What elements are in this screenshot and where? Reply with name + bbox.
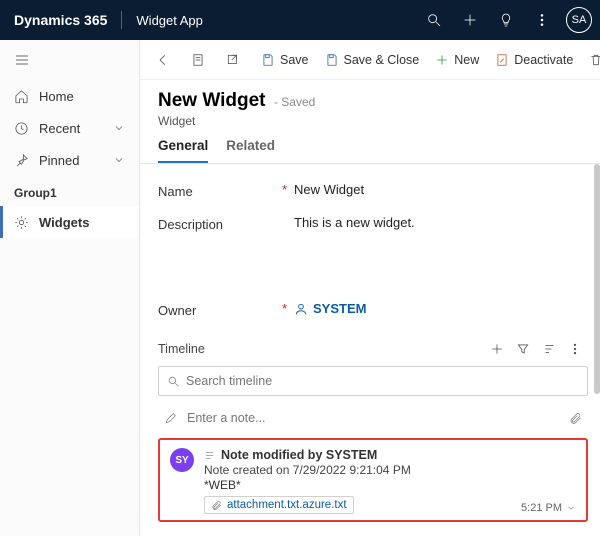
timeline-search-input[interactable]	[186, 374, 579, 388]
open-icon[interactable]	[218, 40, 253, 80]
delete-button[interactable]: Delete	[581, 40, 600, 80]
tab-related[interactable]: Related	[226, 138, 275, 163]
scrollbar[interactable]	[594, 164, 600, 394]
nav-pinned-label: Pinned	[39, 153, 79, 168]
save-button[interactable]: Save	[253, 40, 317, 80]
note-timestamp: 5:21 PM	[521, 502, 576, 514]
tab-strip: General Related	[140, 128, 600, 164]
main-area: Save Save & Close New Deactivate Delete …	[140, 40, 600, 536]
pencil-icon	[164, 412, 177, 425]
brand-label: Dynamics 365	[14, 12, 107, 28]
note-author-avatar: SY	[170, 448, 194, 472]
tab-general[interactable]: General	[158, 138, 208, 163]
app-name: Widget App	[136, 13, 203, 28]
nav-widgets[interactable]: Widgets	[0, 206, 139, 238]
timeline-search[interactable]	[158, 366, 588, 396]
app-topbar: Dynamics 365 Widget App SA	[0, 0, 600, 40]
required-mark: *	[282, 182, 294, 199]
entity-label: Widget	[158, 114, 582, 128]
nav-widgets-label: Widgets	[39, 215, 89, 230]
description-value[interactable]: This is a new widget.	[294, 215, 588, 285]
paperclip-icon	[211, 500, 222, 511]
chevron-down-icon	[113, 154, 125, 166]
description-label: Description	[158, 215, 278, 285]
name-label: Name	[158, 182, 278, 199]
nav-pinned[interactable]: Pinned	[0, 144, 139, 176]
form-body: Name * New Widget Description This is a …	[140, 164, 600, 536]
hamburger-icon[interactable]	[0, 40, 139, 80]
record-header: New Widget - Saved Widget	[140, 80, 600, 128]
timeline-note-card[interactable]: SY Note modified by SYSTEM Note created …	[158, 438, 588, 522]
new-button[interactable]: New	[427, 40, 487, 80]
note-placeholder: Enter a note...	[187, 411, 266, 425]
command-bar: Save Save & Close New Deactivate Delete	[140, 40, 600, 80]
topbar-divider	[121, 11, 122, 29]
name-value[interactable]: New Widget	[294, 182, 588, 199]
note-meta: Note created on 7/29/2022 9:21:04 PM	[204, 463, 576, 477]
field-description: Description This is a new widget.	[158, 207, 588, 293]
required-mark: *	[282, 301, 294, 318]
timeline-add-icon[interactable]	[484, 336, 510, 362]
nav-home[interactable]: Home	[0, 80, 139, 112]
search-icon	[167, 375, 180, 388]
user-avatar[interactable]: SA	[566, 7, 592, 33]
timeline-more-icon[interactable]	[562, 336, 588, 362]
lightbulb-icon[interactable]	[488, 0, 524, 40]
timeline-sort-icon[interactable]	[536, 336, 562, 362]
owner-value[interactable]: SYSTEM	[294, 301, 588, 316]
field-owner: Owner * SYSTEM	[158, 293, 588, 326]
nav-group-label: Group1	[0, 176, 139, 206]
paperclip-icon[interactable]	[569, 412, 582, 425]
field-name: Name * New Widget	[158, 174, 588, 207]
back-button[interactable]	[148, 40, 183, 80]
form-icon[interactable]	[183, 40, 218, 80]
note-attachment[interactable]: attachment.txt.azure.txt	[204, 496, 354, 514]
search-icon[interactable]	[416, 0, 452, 40]
note-entry[interactable]: Enter a note...	[158, 404, 588, 432]
timeline-header: Timeline	[158, 336, 588, 362]
chevron-down-icon[interactable]	[566, 503, 576, 513]
note-title: Note modified by SYSTEM	[221, 448, 377, 462]
nav-sidebar: Home Recent Pinned Group1 Widgets	[0, 40, 140, 536]
page-title: New Widget	[158, 90, 266, 111]
timeline-filter-icon[interactable]	[510, 336, 536, 362]
nav-recent-label: Recent	[39, 121, 80, 136]
person-icon	[294, 302, 308, 316]
add-icon[interactable]	[452, 0, 488, 40]
more-icon[interactable]	[524, 0, 560, 40]
save-status: - Saved	[274, 95, 315, 109]
owner-label: Owner	[158, 301, 278, 318]
note-source-tag: *WEB*	[204, 478, 576, 492]
nav-home-label: Home	[39, 89, 74, 104]
nav-recent[interactable]: Recent	[0, 112, 139, 144]
timeline-title: Timeline	[158, 342, 205, 356]
note-icon	[204, 450, 215, 461]
chevron-down-icon	[113, 122, 125, 134]
save-close-button[interactable]: Save & Close	[317, 40, 428, 80]
deactivate-button[interactable]: Deactivate	[487, 40, 581, 80]
